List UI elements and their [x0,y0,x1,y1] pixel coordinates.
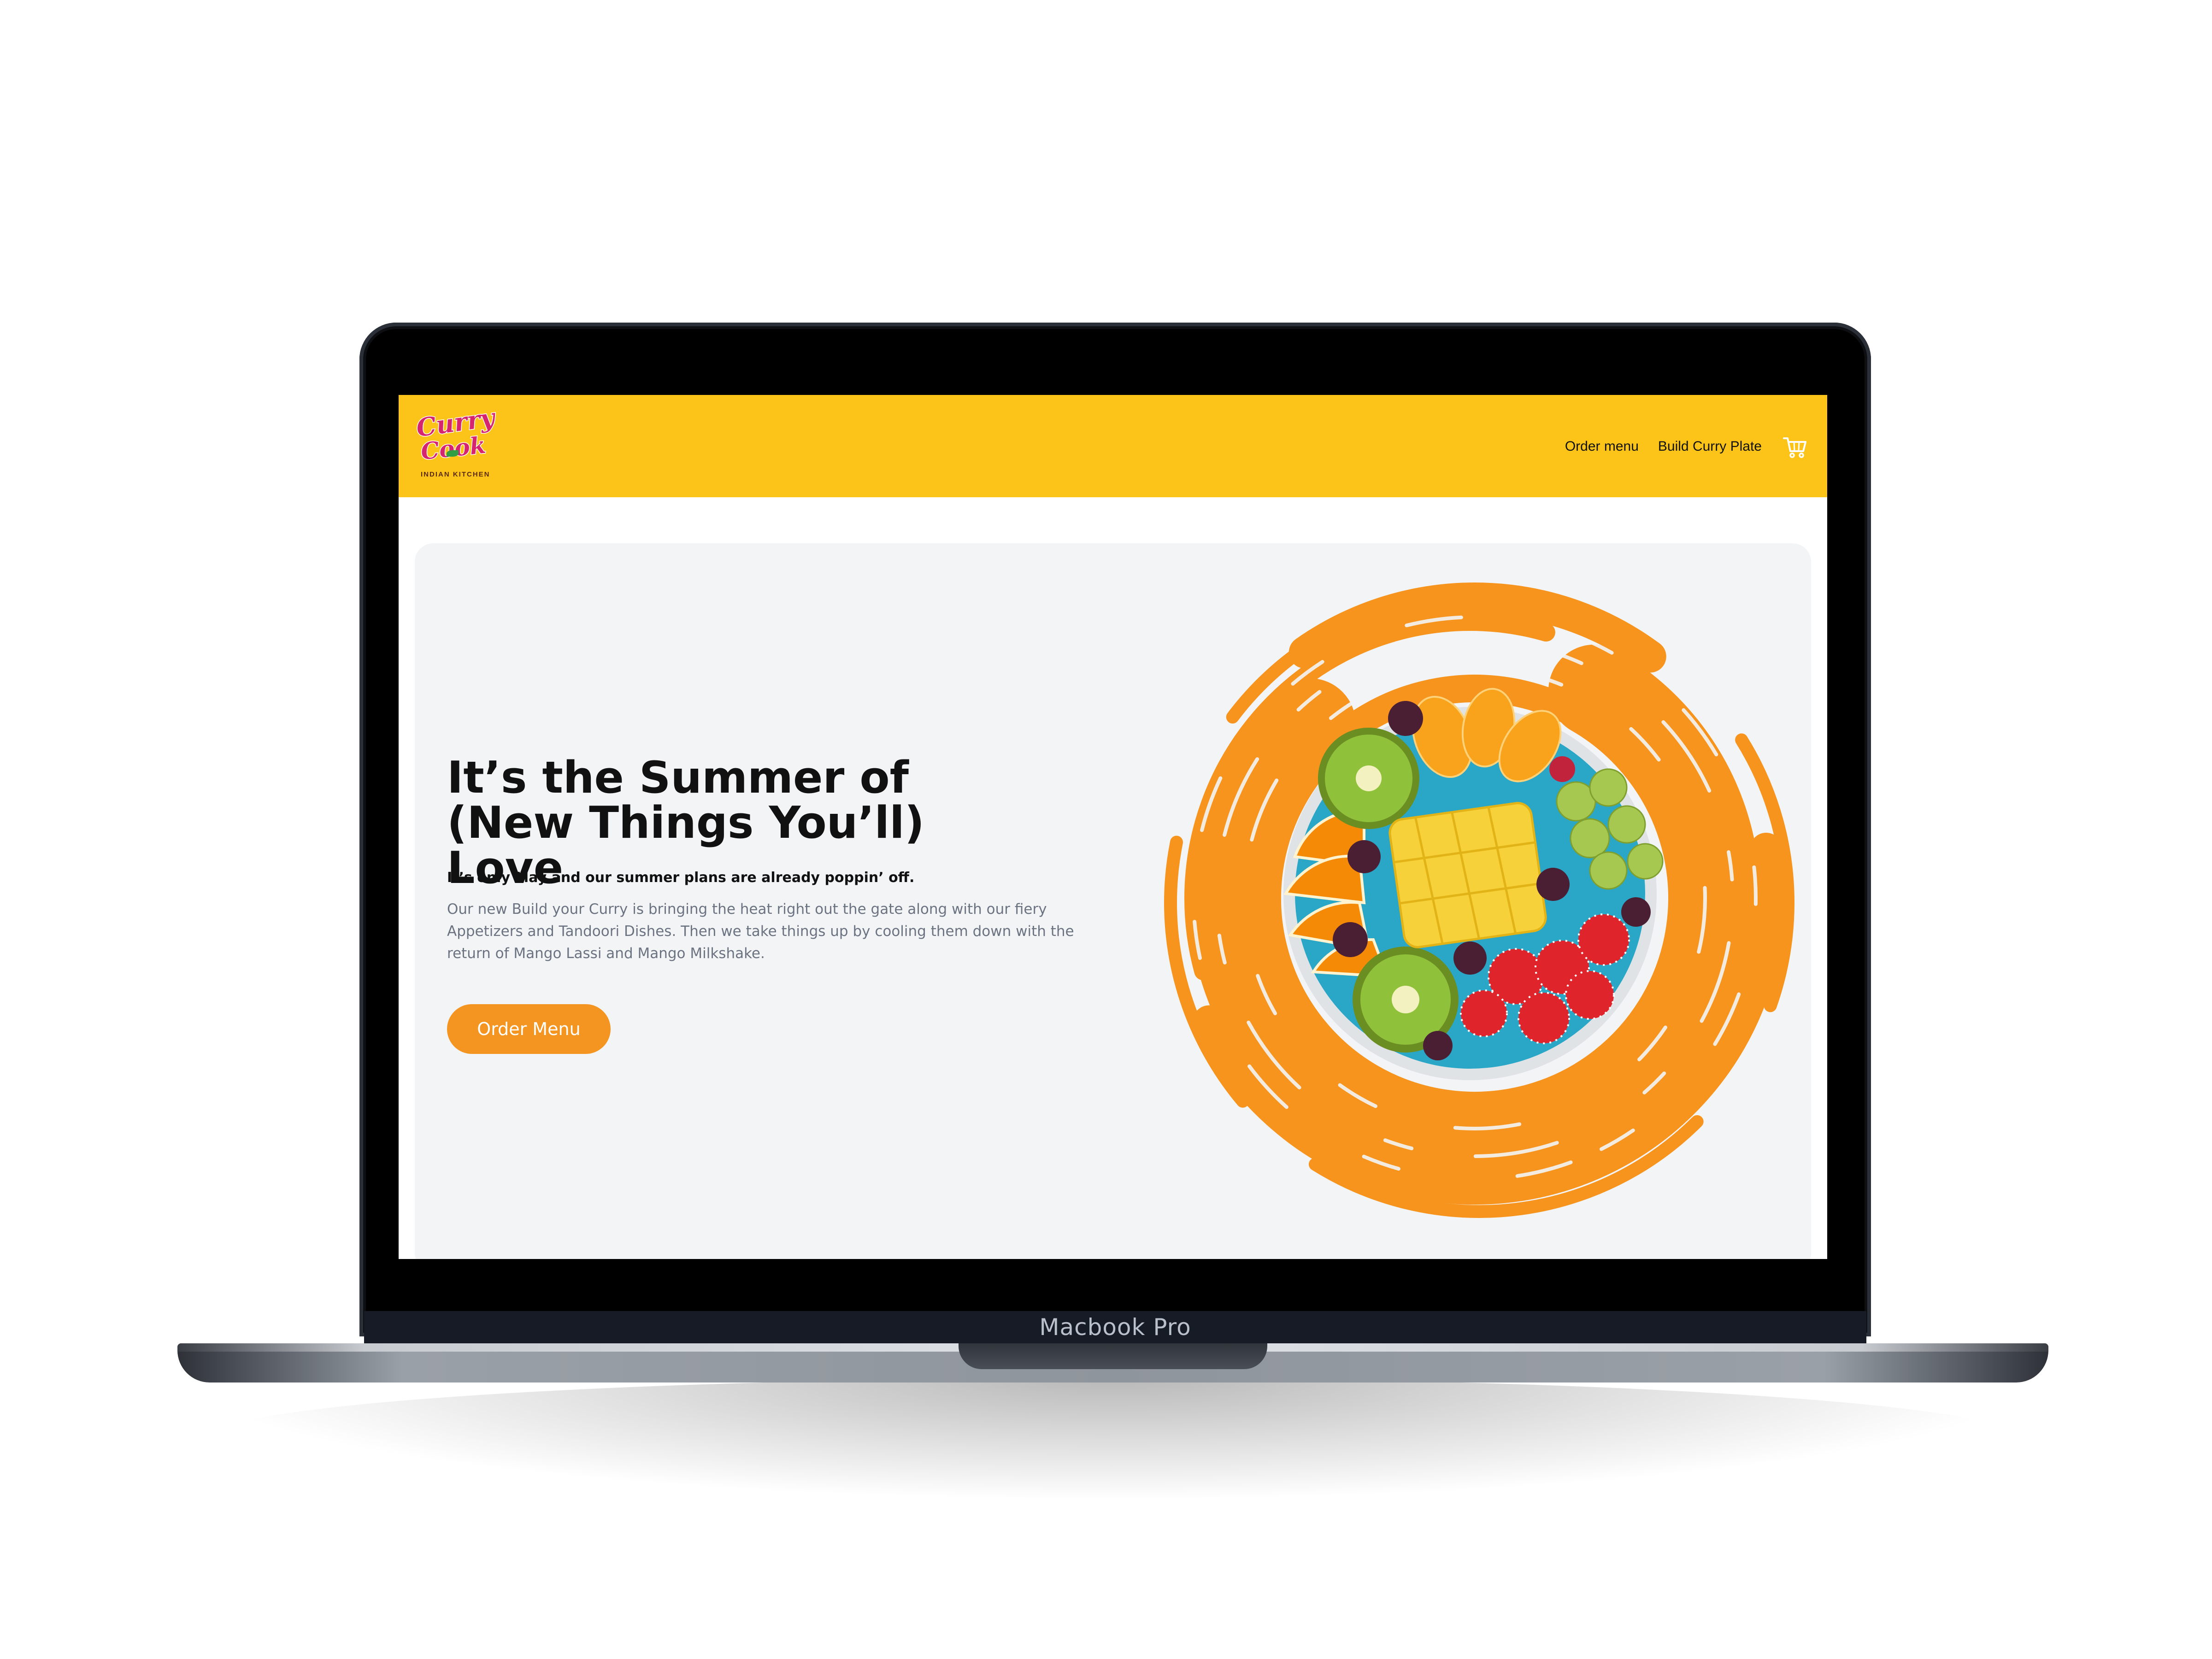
nav-build-curry-plate[interactable]: Build Curry Plate [1658,439,1762,454]
order-menu-button[interactable]: Order Menu [447,1004,611,1054]
laptop-screen: Curry Cook INDIAN KITCHEN Order menu Bui… [399,395,1827,1259]
mockup-stage: Macbook Pro Curry Cook INDIAN KITCHEN Or… [0,0,2212,1659]
fruit-bowl-illustration [1164,582,1794,1218]
laptop-shadow [207,1378,2018,1498]
laptop-notch [959,1343,1267,1369]
device-label: Macbook Pro [1039,1314,1191,1341]
hero-image [1147,571,1802,1225]
hero-lead: It’s only May and our summer plans are a… [447,870,915,886]
leaf-icon [447,450,459,457]
brand-logo[interactable]: Curry Cook INDIAN KITCHEN [412,402,497,488]
nav-order-menu[interactable]: Order menu [1565,439,1639,454]
site-header: Curry Cook INDIAN KITCHEN Order menu Bui… [399,395,1827,497]
logo-tagline: INDIAN KITCHEN [421,471,490,478]
main-nav: Order menu Build Curry Plate [1565,433,1809,460]
hero-section: It’s the Summer of (New Things You’ll) L… [415,543,1811,1259]
hero-body: Our new Build your Curry is bringing the… [447,901,1074,962]
shopping-cart-icon[interactable] [1781,433,1809,460]
